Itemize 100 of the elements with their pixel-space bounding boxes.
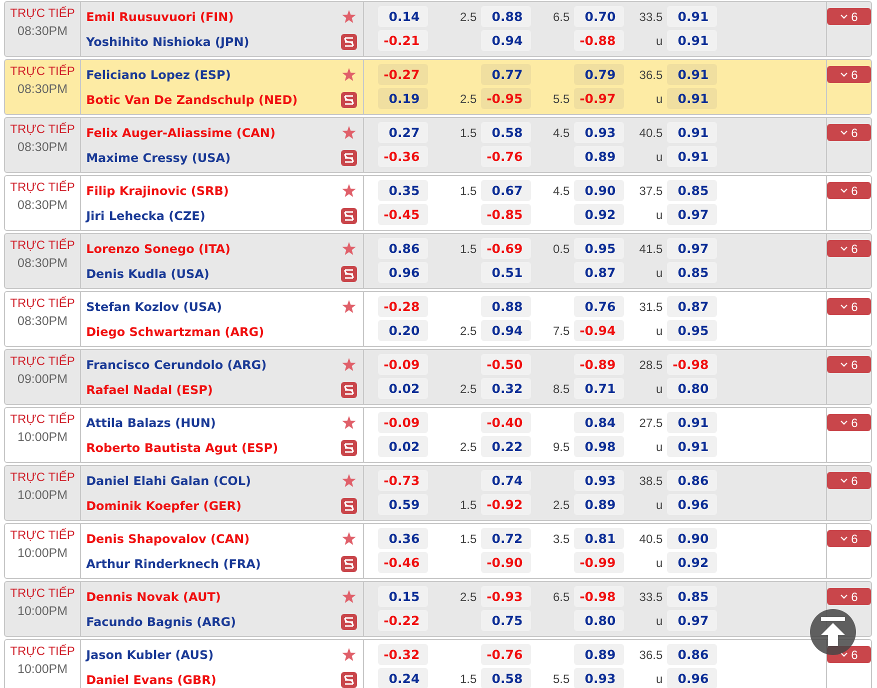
odds-cell[interactable]: 0.91 <box>666 436 717 457</box>
expand-button[interactable]: 6 <box>827 530 872 547</box>
odds-cell[interactable]: 0.77 <box>480 64 531 85</box>
odds-cell[interactable]: 0.58 <box>480 122 531 143</box>
star-icon[interactable] <box>342 68 356 81</box>
odds-cell[interactable]: 0.98 <box>574 436 624 457</box>
odds-cell[interactable]: 0.14 <box>378 6 428 27</box>
odds-cell[interactable]: -0.94 <box>574 320 624 341</box>
player-name[interactable]: Jiri Lehecka (CZE) <box>86 208 206 222</box>
odds-cell[interactable]: 0.81 <box>574 528 624 549</box>
odds-cell[interactable]: 0.97 <box>666 204 717 225</box>
odds-cell[interactable]: -0.32 <box>378 644 428 665</box>
odds-cell[interactable]: 0.15 <box>378 586 428 607</box>
odds-cell[interactable]: 0.35 <box>378 180 428 201</box>
odds-cell[interactable]: 0.86 <box>666 470 717 491</box>
player-name[interactable]: Dominik Koepfer (GER) <box>86 498 242 512</box>
odds-cell[interactable]: -0.69 <box>480 238 531 259</box>
odds-cell[interactable]: -0.09 <box>378 354 428 375</box>
odds-cell[interactable]: 0.96 <box>666 668 717 688</box>
star-icon[interactable] <box>342 10 356 23</box>
player-name[interactable]: Filip Krajinovic (SRB) <box>86 184 229 198</box>
odds-cell[interactable]: 0.85 <box>666 586 717 607</box>
player-name[interactable]: Francisco Cerundolo (ARG) <box>86 358 267 372</box>
odds-cell[interactable]: 0.96 <box>666 494 717 515</box>
stream-icon[interactable] <box>340 498 357 514</box>
odds-cell[interactable]: 0.80 <box>666 378 717 399</box>
player-name[interactable]: Denis Shapovalov (CAN) <box>86 532 250 546</box>
odds-cell[interactable]: 0.87 <box>574 262 624 283</box>
star-icon[interactable] <box>342 300 356 313</box>
odds-cell[interactable]: -0.45 <box>378 204 428 225</box>
player-name[interactable]: Jason Kubler (AUS) <box>86 648 214 662</box>
expand-button[interactable]: 6 <box>827 240 872 257</box>
odds-cell[interactable]: 0.91 <box>666 412 717 433</box>
odds-cell[interactable]: 0.72 <box>480 528 531 549</box>
odds-cell[interactable]: -0.99 <box>574 552 624 573</box>
expand-button[interactable]: 6 <box>827 66 872 83</box>
odds-cell[interactable]: 0.75 <box>480 610 531 631</box>
odds-cell[interactable]: 0.94 <box>480 320 531 341</box>
odds-cell[interactable]: 0.96 <box>378 262 428 283</box>
star-icon[interactable] <box>342 532 356 545</box>
odds-cell[interactable]: 0.89 <box>574 644 624 665</box>
odds-cell[interactable]: 0.90 <box>666 528 717 549</box>
odds-cell[interactable]: -0.22 <box>378 610 428 631</box>
odds-cell[interactable]: 0.89 <box>574 146 624 167</box>
player-name[interactable]: Roberto Bautista Agut (ESP) <box>86 440 278 454</box>
odds-cell[interactable]: 0.95 <box>574 238 624 259</box>
odds-cell[interactable]: 0.85 <box>666 262 717 283</box>
player-name[interactable]: Dennis Novak (AUT) <box>86 590 221 604</box>
odds-cell[interactable]: 0.97 <box>666 610 717 631</box>
player-name[interactable]: Attila Balazs (HUN) <box>86 416 216 430</box>
stream-icon[interactable] <box>340 150 357 166</box>
odds-cell[interactable]: 0.88 <box>480 6 531 27</box>
odds-cell[interactable]: 0.24 <box>378 668 428 688</box>
odds-cell[interactable]: 0.59 <box>378 494 428 515</box>
odds-cell[interactable]: 0.91 <box>666 64 717 85</box>
player-name[interactable]: Stefan Kozlov (USA) <box>86 300 222 314</box>
odds-cell[interactable]: 0.27 <box>378 122 428 143</box>
star-icon[interactable] <box>342 184 356 197</box>
odds-cell[interactable]: 0.89 <box>574 494 624 515</box>
odds-cell[interactable]: -0.73 <box>378 470 428 491</box>
odds-cell[interactable]: 0.94 <box>480 30 531 51</box>
expand-button[interactable]: 6 <box>827 356 872 373</box>
player-name[interactable]: Yoshihito Nishioka (JPN) <box>86 34 250 48</box>
expand-button[interactable]: 6 <box>827 472 872 489</box>
odds-cell[interactable]: 0.93 <box>574 470 624 491</box>
star-icon[interactable] <box>342 126 356 139</box>
odds-cell[interactable]: -0.89 <box>574 354 624 375</box>
odds-cell[interactable]: 0.71 <box>574 378 624 399</box>
odds-cell[interactable]: -0.98 <box>666 354 717 375</box>
odds-cell[interactable]: 0.02 <box>378 378 428 399</box>
odds-cell[interactable]: -0.93 <box>480 586 531 607</box>
odds-cell[interactable]: 0.87 <box>666 296 717 317</box>
star-icon[interactable] <box>342 416 356 429</box>
odds-cell[interactable]: 0.79 <box>574 64 624 85</box>
odds-cell[interactable]: 0.92 <box>666 552 717 573</box>
player-name[interactable]: Rafael Nadal (ESP) <box>86 382 213 396</box>
odds-cell[interactable]: -0.76 <box>480 644 531 665</box>
stream-icon[interactable] <box>340 672 357 688</box>
odds-cell[interactable]: -0.85 <box>480 204 531 225</box>
player-name[interactable]: Diego Schwartzman (ARG) <box>86 324 264 338</box>
expand-button[interactable]: 6 <box>827 182 872 199</box>
player-name[interactable]: Lorenzo Sonego (ITA) <box>86 242 231 256</box>
odds-cell[interactable]: 0.91 <box>666 122 717 143</box>
odds-cell[interactable]: -0.76 <box>480 146 531 167</box>
player-name[interactable]: Arthur Rinderknech (FRA) <box>86 556 261 570</box>
odds-cell[interactable]: 0.91 <box>666 88 717 109</box>
odds-cell[interactable]: 0.70 <box>574 6 624 27</box>
odds-cell[interactable]: -0.09 <box>378 412 428 433</box>
player-name[interactable]: Maxime Cressy (USA) <box>86 150 231 164</box>
odds-cell[interactable]: 0.32 <box>480 378 531 399</box>
expand-button[interactable]: 6 <box>827 298 872 315</box>
odds-cell[interactable]: 0.88 <box>480 296 531 317</box>
player-name[interactable]: Denis Kudla (USA) <box>86 266 210 280</box>
star-icon[interactable] <box>342 474 356 487</box>
odds-cell[interactable]: 0.80 <box>574 610 624 631</box>
stream-icon[interactable] <box>340 208 357 224</box>
stream-icon[interactable] <box>340 382 357 398</box>
stream-icon[interactable] <box>340 614 357 630</box>
odds-cell[interactable]: -0.28 <box>378 296 428 317</box>
odds-cell[interactable]: -0.92 <box>480 494 531 515</box>
